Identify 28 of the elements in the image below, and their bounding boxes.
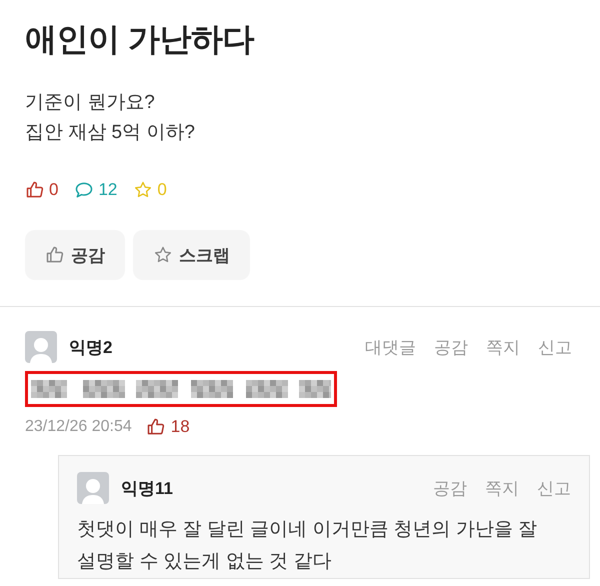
- avatar-icon: [25, 331, 57, 363]
- author-name: 익명11: [121, 478, 173, 500]
- comment-count: 12: [98, 180, 118, 200]
- comment-action-link[interactable]: 쪽지: [486, 336, 520, 358]
- comment-time: 23/12/26 20:54: [25, 418, 132, 436]
- comment-action-link[interactable]: 신고: [538, 336, 572, 358]
- post-title: 애인이 가난하다: [25, 20, 256, 59]
- comment-action-link[interactable]: 신고: [537, 476, 571, 500]
- reply-text: 첫댓이 매우 잘 달린 글이네 이거만큼 청년의 가난을 잘 설명할 수 있는게 없는 것 같다: [77, 518, 538, 574]
- like-count: 0: [49, 180, 58, 200]
- comment-action-link[interactable]: 대댓글: [365, 336, 416, 358]
- thumbs-up-icon: [45, 245, 65, 265]
- scrap-count: 0: [157, 180, 167, 200]
- post-text: 집안 재삼 5억 이하?: [25, 121, 196, 145]
- thumbs-up-icon: [146, 417, 166, 437]
- speech-bubble-icon: [74, 180, 94, 200]
- star-icon: [133, 180, 154, 200]
- star-icon: [153, 245, 173, 265]
- comment-action-link[interactable]: 쪽지: [485, 476, 519, 500]
- like-button[interactable]: 공감: [25, 230, 125, 280]
- author-name: 익명2: [69, 336, 112, 358]
- scrap-button[interactable]: 스크랩: [133, 230, 250, 280]
- post-text: 기준이 뭔가요?: [25, 91, 156, 115]
- avatar-icon: [77, 472, 109, 504]
- comment-action-link[interactable]: 공감: [433, 476, 467, 500]
- comment-action-link[interactable]: 공감: [434, 336, 468, 358]
- like-count: 18: [170, 417, 190, 437]
- thumbs-up-icon: [25, 180, 45, 200]
